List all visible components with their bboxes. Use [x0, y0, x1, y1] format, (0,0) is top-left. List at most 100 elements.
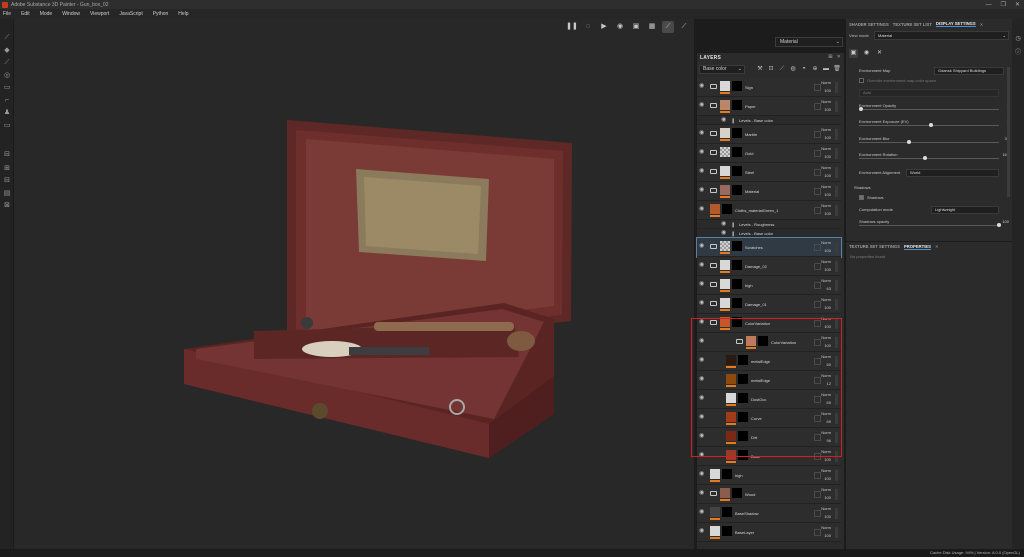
layer-row[interactable]: ◉ Marble Norm 100 [697, 125, 841, 144]
layer-mask-thumbnail[interactable] [722, 526, 732, 536]
smudge-icon[interactable]: ▭ [3, 84, 11, 92]
layer-opacity[interactable]: 100 [824, 107, 831, 112]
visibility-eye-icon[interactable]: ◉ [699, 490, 706, 496]
layer-row[interactable]: ◉ BaseLayer Norm 100 [697, 523, 841, 542]
layer-row[interactable]: ◉ Wood Norm 100 [697, 485, 841, 504]
add-fill-icon[interactable]: ◓ [800, 65, 808, 73]
layer-checkbox[interactable] [814, 244, 821, 251]
folder-icon[interactable] [710, 263, 717, 268]
visibility-eye-icon[interactable]: ◉ [699, 528, 706, 534]
layer-opacity[interactable]: 100 [824, 248, 831, 253]
effect-row[interactable]: ◉ ▐ Levels - Base color [697, 229, 841, 238]
add-paint-layer-icon[interactable]: ⟋ [778, 65, 786, 73]
eraser-icon[interactable]: ◆ [3, 47, 11, 55]
shadows-checkbox[interactable] [859, 195, 864, 200]
layer-opacity[interactable]: 100 [824, 476, 831, 481]
blend-mode[interactable]: Norm [821, 506, 831, 511]
folder-icon[interactable] [710, 169, 717, 174]
history-icon[interactable]: ◷ [1014, 35, 1022, 43]
slider-knob[interactable] [929, 123, 933, 127]
layer-mask-thumbnail[interactable] [732, 166, 742, 176]
slider-knob[interactable] [907, 140, 911, 144]
layer-row[interactable]: ◉ high Norm 100 [697, 466, 841, 485]
stamp-icon[interactable]: ♟ [3, 109, 11, 117]
layer-checkbox[interactable] [814, 472, 821, 479]
tab-texture-set-list[interactable]: TEXTURE SET LIST [893, 22, 932, 27]
env-rotation-slider[interactable] [859, 156, 999, 160]
layer-opacity[interactable]: 100 [824, 305, 831, 310]
menu-python[interactable]: Python [153, 11, 169, 17]
visibility-eye-icon[interactable]: ◉ [699, 262, 706, 268]
slider-knob[interactable] [859, 107, 863, 111]
layer-mask-thumbnail[interactable] [732, 298, 742, 308]
visibility-eye-icon[interactable]: ◉ [699, 149, 706, 155]
tab-properties[interactable]: PROPERTIES [903, 244, 931, 250]
layer-checkbox[interactable] [814, 188, 821, 195]
blend-mode[interactable]: Norm [821, 99, 831, 104]
layer-checkbox[interactable] [814, 529, 821, 536]
layer-mask-thumbnail[interactable] [732, 128, 742, 138]
visibility-eye-icon[interactable]: ◉ [699, 130, 706, 136]
layer-row[interactable]: ◉ Steel Norm 100 [697, 163, 841, 182]
close-button[interactable]: ✕ [1015, 1, 1020, 8]
folder-icon[interactable] [710, 131, 717, 136]
layer-opacity[interactable]: 100 [824, 135, 831, 140]
layer-opacity[interactable]: 100 [824, 267, 831, 272]
folder-icon[interactable] [710, 282, 717, 287]
panel-close-icon[interactable]: ✕ [837, 54, 841, 60]
layer-opacity[interactable]: 100 [824, 173, 831, 178]
delete-layer-icon[interactable]: 🗑 [833, 65, 841, 73]
layer-row[interactable]: ◉ Paper Norm 100 [697, 97, 841, 116]
layer-mask-thumbnail[interactable] [732, 185, 742, 195]
folder-icon[interactable] [710, 188, 717, 193]
menu-viewport[interactable]: Viewport [90, 11, 109, 17]
layer-mask-thumbnail[interactable] [732, 260, 742, 270]
visibility-eye-icon[interactable]: ◉ [699, 206, 706, 212]
env-exposure-slider[interactable] [859, 123, 999, 127]
blend-mode[interactable]: Norm [821, 80, 831, 85]
channel-dropdown[interactable]: Base color ⌄ [699, 65, 745, 74]
folder-icon[interactable] [710, 301, 717, 306]
menu-help[interactable]: Help [178, 11, 188, 17]
link-icon[interactable]: ⊟ [3, 177, 11, 185]
layer-icon[interactable]: ⊞ [3, 165, 11, 173]
viewport-3d[interactable]: ❚❚ ◌ ▶ ◉ ▣ ▦ ⟋ ⟋ [14, 19, 694, 549]
menu-javascript[interactable]: JavaScript [119, 11, 142, 17]
blend-mode[interactable]: Norm [821, 127, 831, 132]
visibility-eye-icon[interactable]: ◉ [699, 471, 706, 477]
layer-row[interactable]: ◉ Sign Norm 100 [697, 78, 841, 97]
settings-scrollbar[interactable] [1007, 67, 1010, 197]
layer-row[interactable]: ◉ Damage_02 Norm 100 [697, 257, 841, 276]
visibility-eye-icon[interactable]: ◉ [699, 281, 706, 287]
layer-mask-thumbnail[interactable] [732, 81, 742, 91]
shadows-opacity-slider[interactable] [859, 223, 1001, 227]
visibility-eye-icon[interactable]: ◉ [721, 117, 728, 123]
layer-mask-thumbnail[interactable] [722, 507, 732, 517]
folder-icon[interactable] [710, 244, 717, 249]
layer-checkbox[interactable] [814, 491, 821, 498]
layer-opacity[interactable]: 100 [824, 88, 831, 93]
export-icon[interactable]: ⊠ [3, 202, 11, 210]
bake-icon[interactable]: ⊟ [3, 151, 11, 159]
layer-row[interactable]: ◉ BaseShadow Norm 100 [697, 504, 841, 523]
blend-mode[interactable]: Norm [821, 165, 831, 170]
tab-display-settings[interactable]: DISPLAY SETTINGS [935, 21, 976, 27]
folder-icon[interactable] [710, 103, 717, 108]
blend-mode[interactable]: Norm [821, 525, 831, 530]
env-map-field[interactable]: Gdansk Shipyard Buildings [934, 67, 1004, 75]
override-checkbox[interactable] [859, 78, 864, 83]
layer-row[interactable]: ◉ Scratches Norm 100 [696, 237, 842, 258]
blend-mode[interactable]: Norm [821, 259, 831, 264]
layer-mask-thumbnail[interactable] [722, 204, 732, 214]
effect-row[interactable]: ◉ ▐ Levels - Base color [697, 116, 841, 125]
layer-row[interactable]: ◉ Cloths_materialGreen_1 Norm 100 [697, 201, 841, 220]
layer-row[interactable]: ◉ high Norm 63 [697, 276, 841, 295]
layer-opacity[interactable]: 63 [827, 286, 831, 291]
blend-mode[interactable]: Norm [821, 203, 831, 208]
add-folder-icon[interactable]: ▬ [822, 65, 830, 73]
layer-mask-thumbnail[interactable] [732, 279, 742, 289]
layer-checkbox[interactable] [814, 169, 821, 176]
geometry-mask-icon[interactable]: ◎ [3, 72, 11, 80]
layer-opacity[interactable]: 100 [824, 495, 831, 500]
visibility-eye-icon[interactable]: ◉ [699, 187, 706, 193]
